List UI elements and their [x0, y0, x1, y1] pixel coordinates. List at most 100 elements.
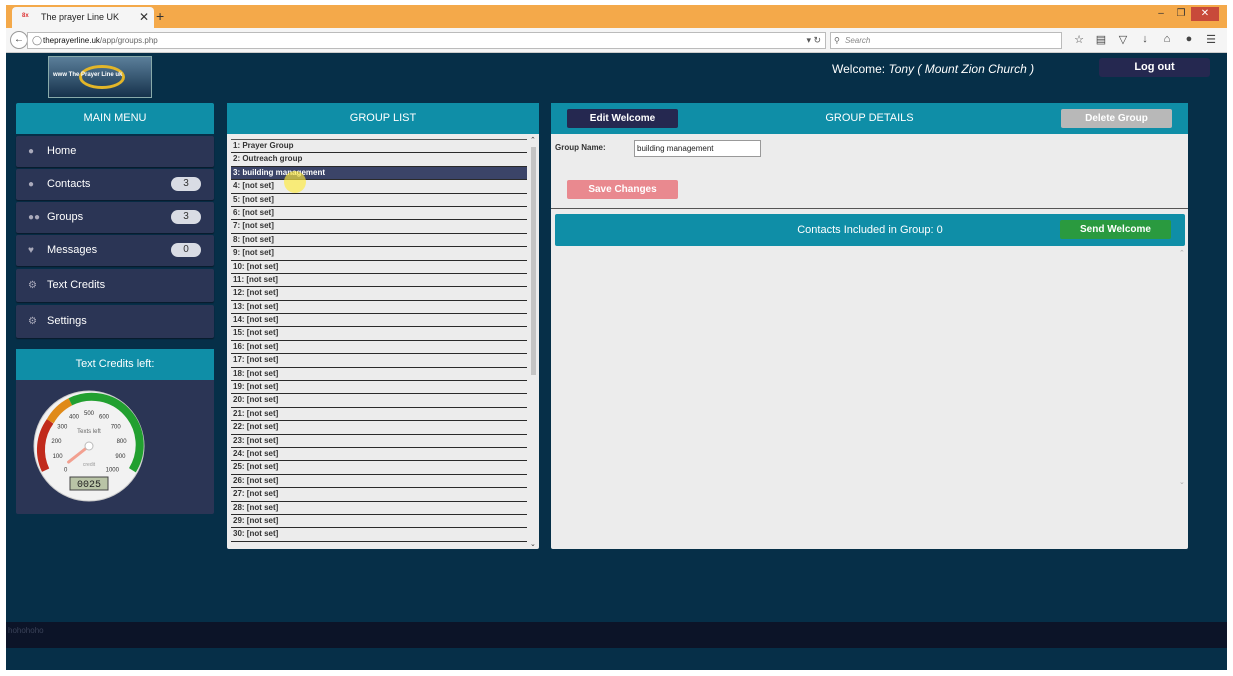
- scroll-up-icon[interactable]: ⌃: [530, 136, 536, 144]
- group-list-item[interactable]: 7: [not set]: [231, 220, 527, 234]
- menu-item-label: Messages: [47, 244, 98, 256]
- group-list-item[interactable]: 15: [not set]: [231, 327, 527, 341]
- group-list-item[interactable]: 24: [not set]: [231, 447, 527, 462]
- close-window-button[interactable]: ✕: [1191, 7, 1219, 21]
- gear-icon: ⚙: [28, 316, 37, 327]
- group-list-item[interactable]: 28: [not set]: [231, 501, 527, 515]
- contacts-scrollbar[interactable]: ⌃ ⌄: [1179, 249, 1185, 486]
- group-list-item[interactable]: 26: [not set]: [231, 474, 527, 489]
- group-list-item[interactable]: 23: [not set]: [231, 434, 527, 448]
- group-list-scrollbar[interactable]: ⌃ ⌄: [530, 136, 537, 548]
- navigation-bar: ← ◯ theprayerline.uk/app/groups.php ▾ ↻ …: [6, 28, 1227, 53]
- group-list-item[interactable]: 19: [not set]: [231, 381, 527, 395]
- menu-icon[interactable]: ☰: [1200, 33, 1222, 46]
- group-list-item[interactable]: 30: [not set]: [231, 528, 527, 542]
- prayer-line-logo[interactable]: www The Prayer Line uk: [48, 56, 152, 98]
- back-button[interactable]: ←: [10, 31, 28, 49]
- group-list-item[interactable]: 13: [not set]: [231, 300, 527, 315]
- browser-window: 8x The prayer Line UK ✕ + – ❐ ✕ ← ◯ thep…: [6, 5, 1227, 670]
- welcome-user: Tony ( Mount Zion Church ): [888, 62, 1035, 76]
- toolbar-icons: ☆ ▤ ▽ ↓ ⌂ ● ☰: [1068, 33, 1222, 46]
- menu-item-groups[interactable]: ●● Groups 3: [16, 202, 214, 233]
- group-list-item[interactable]: 6: [not set]: [231, 206, 527, 221]
- group-details-header: GROUP DETAILS Edit Welcome Delete Group: [551, 103, 1188, 134]
- group-list-item[interactable]: 22: [not set]: [231, 421, 527, 435]
- minimize-button[interactable]: –: [1151, 7, 1171, 21]
- group-list-item[interactable]: 25: [not set]: [231, 461, 527, 475]
- menu-item-label: Contacts: [47, 178, 91, 190]
- close-tab-icon[interactable]: ✕: [139, 10, 149, 24]
- url-path: /app/groups.php: [99, 36, 158, 45]
- scroll-down-icon[interactable]: ⌄: [1179, 478, 1185, 486]
- text-credits-title: Text Credits left:: [16, 349, 214, 380]
- reading-list-icon[interactable]: ▤: [1090, 33, 1112, 46]
- group-list-item[interactable]: 1: Prayer Group: [231, 140, 527, 154]
- welcome-message: Welcome: Tony ( Mount Zion Church ): [832, 62, 1034, 76]
- search-placeholder: Search: [845, 36, 871, 45]
- reload-icon[interactable]: ▾ ↻: [806, 33, 821, 48]
- group-list-item[interactable]: 4: [not set]: [231, 180, 527, 194]
- search-input[interactable]: ⚲ Search: [830, 32, 1062, 49]
- tab-bar: 8x The prayer Line UK ✕ + – ❐ ✕: [6, 5, 1227, 28]
- group-list-item[interactable]: 17: [not set]: [231, 354, 527, 368]
- new-tab-button[interactable]: +: [156, 8, 164, 24]
- group-list-item[interactable]: 14: [not set]: [231, 314, 527, 328]
- download-icon[interactable]: ↓: [1134, 33, 1156, 46]
- menu-item-label: Groups: [47, 211, 84, 223]
- group-list-item[interactable]: 18: [not set]: [231, 367, 527, 382]
- groups-count-badge: 3: [171, 210, 201, 224]
- gauge-hub: [84, 441, 94, 451]
- menu-item-messages[interactable]: ♥ Messages 0: [16, 235, 214, 266]
- browser-tab[interactable]: 8x The prayer Line UK ✕: [12, 7, 154, 28]
- user-icon: ●: [28, 179, 35, 190]
- footer-text: hohohoho: [8, 626, 44, 635]
- group-list-item[interactable]: 29: [not set]: [231, 514, 527, 529]
- group-list-item[interactable]: 3: building management: [231, 166, 527, 181]
- url-host: theprayerline.uk: [43, 36, 100, 45]
- favicon-icon: 8x: [22, 13, 29, 19]
- group-list-item[interactable]: 11: [not set]: [231, 273, 527, 288]
- restore-button[interactable]: ❐: [1171, 7, 1191, 21]
- chat-icon[interactable]: ●: [1178, 33, 1200, 46]
- group-list[interactable]: 1: Prayer Group 2: Outreach group 3: build…: [231, 139, 527, 544]
- group-list-item[interactable]: 9: [not set]: [231, 247, 527, 261]
- menu-item-contacts[interactable]: ● Contacts 3: [16, 169, 214, 200]
- messages-count-badge: 0: [171, 243, 201, 257]
- pocket-icon[interactable]: ▽: [1112, 33, 1134, 46]
- bookmark-star-icon[interactable]: ☆: [1068, 33, 1090, 46]
- menu-item-text-credits[interactable]: ⚙ Text Credits: [16, 269, 214, 302]
- group-list-item[interactable]: 16: [not set]: [231, 340, 527, 355]
- group-list-item[interactable]: 27: [not set]: [231, 488, 527, 502]
- group-list-item[interactable]: 20: [not set]: [231, 394, 527, 408]
- gauge-tick-label: 600: [99, 415, 110, 421]
- group-name-label: Group Name:: [555, 143, 606, 152]
- group-list-item[interactable]: 2: Outreach group: [231, 153, 527, 167]
- group-name-field[interactable]: [634, 140, 761, 157]
- contacts-in-group-bar: Contacts Included in Group: 0 Send Welco…: [555, 214, 1185, 246]
- gauge-tick-label: 100: [53, 454, 64, 460]
- group-list-item[interactable]: 8: [not set]: [231, 233, 527, 248]
- group-list-item[interactable]: 21: [not set]: [231, 407, 527, 422]
- gear-icon: ⚙: [28, 280, 37, 291]
- cursor-highlight: [284, 171, 306, 193]
- group-list-item[interactable]: 12: [not set]: [231, 287, 527, 301]
- menu-item-settings[interactable]: ⚙ Settings: [16, 305, 214, 338]
- edit-welcome-button[interactable]: Edit Welcome: [567, 109, 678, 128]
- delete-group-button[interactable]: Delete Group: [1061, 109, 1172, 128]
- scrollbar-thumb[interactable]: [531, 147, 536, 375]
- group-list-item[interactable]: 31: [not set]: [231, 541, 527, 544]
- users-icon: ●●: [28, 212, 41, 223]
- scroll-down-icon[interactable]: ⌄: [530, 540, 536, 548]
- group-list-item[interactable]: 5: [not set]: [231, 193, 527, 207]
- gauge-tick-label: 400: [69, 415, 80, 421]
- scroll-up-icon[interactable]: ⌃: [1179, 249, 1185, 257]
- save-changes-button[interactable]: Save Changes: [567, 180, 678, 199]
- menu-item-home[interactable]: ● Home: [16, 136, 214, 167]
- group-list-item[interactable]: 10: [not set]: [231, 260, 527, 274]
- logout-button[interactable]: Log out: [1099, 58, 1210, 77]
- home-icon[interactable]: ⌂: [1156, 33, 1178, 46]
- group-list-panel: GROUP LIST 1: Prayer Group 2: Outreach gr…: [227, 103, 539, 549]
- send-welcome-button[interactable]: Send Welcome: [1060, 220, 1171, 239]
- url-bar[interactable]: ◯ theprayerline.uk/app/groups.php ▾ ↻: [27, 32, 826, 49]
- divider: [551, 208, 1188, 209]
